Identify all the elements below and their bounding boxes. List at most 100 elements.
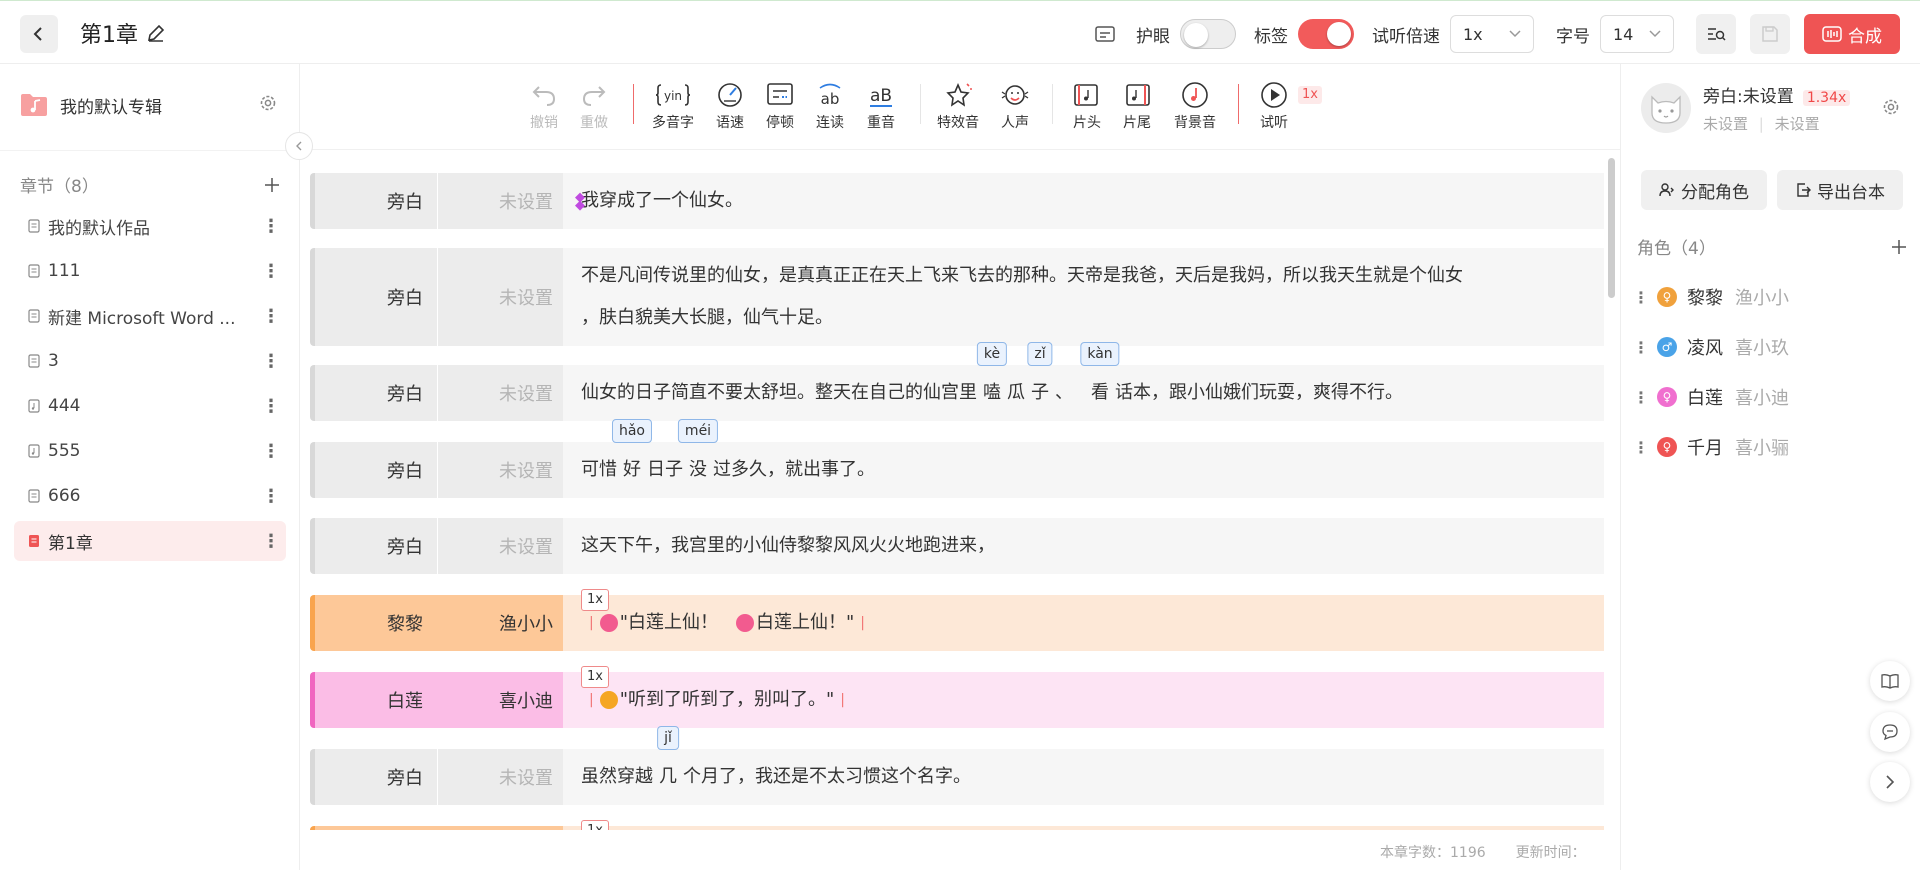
pinyin-tag[interactable]: méi [677, 419, 719, 443]
pinyin-tag[interactable]: kàn [1080, 342, 1120, 366]
script-row[interactable]: 旁白 未设置 可惜 hǎo 好 日子 méi 没 过多久，就出事了。 [310, 419, 1604, 498]
role-item[interactable]: ⋮ ♀ 黎黎 渔小小 [1633, 272, 1789, 322]
chapter-item-active[interactable]: 第1章 ⋮ [14, 521, 286, 561]
polyphone-button[interactable]: yin 多音字 [652, 78, 694, 132]
script-row[interactable]: 旁白 未设置 虽然穿越 jǐ 几 个月了，我还是不太习惯这个名字。 [310, 726, 1604, 805]
drag-handle-icon[interactable]: ⋮ [1633, 338, 1649, 357]
speed-tag[interactable]: 1x [581, 666, 609, 688]
back-button[interactable] [20, 15, 58, 53]
book-floating-button[interactable] [1870, 661, 1910, 701]
gear-icon[interactable] [259, 94, 277, 112]
voice-button[interactable]: 人声 [1000, 78, 1030, 132]
synthesize-button[interactable]: 合成 [1804, 14, 1900, 54]
emotion-calm-icon[interactable] [599, 691, 618, 709]
row-text-area[interactable]: 1x | "白莲上仙！ 白莲上仙！" | [563, 589, 1604, 651]
gear-icon[interactable] [1882, 98, 1900, 116]
role-item[interactable]: ⋮ ♂ 凌风 喜小玖 [1633, 322, 1789, 372]
row-text-area[interactable]: 1x | "听到了听到了，别叫了。" | [563, 666, 1604, 728]
row-role[interactable]: 白莲 [315, 672, 437, 728]
row-voice[interactable]: 未设置 [437, 365, 563, 421]
more-icon[interactable]: ⋮ [262, 486, 280, 507]
speed-button[interactable]: 语速 [716, 78, 744, 132]
collapse-sidebar-button[interactable] [285, 132, 313, 160]
drag-handle-icon[interactable]: ⋮ [1633, 438, 1649, 457]
row-role[interactable]: 旁白 [315, 365, 437, 421]
more-icon[interactable]: ⋮ [262, 351, 280, 372]
row-role[interactable]: 旁白 [315, 248, 437, 346]
preview-speed-select[interactable]: 1x [1450, 15, 1534, 53]
more-icon[interactable]: ⋮ [262, 216, 280, 237]
row-voice[interactable]: 未设置 [437, 248, 563, 346]
album-header[interactable]: 我的默认专辑 [20, 92, 162, 118]
row-text-area[interactable]: 不是凡间传说里的仙女，是真真正正在天上飞来飞去的那种。天帝是我爸，天后是我妈，所… [563, 248, 1604, 346]
chapter-item[interactable]: 新建 Microsoft Word ... ⋮ [14, 296, 286, 336]
row-text-area[interactable]: 仙女的日子简直不要太舒坦。整天在自己的仙宫里 kè 嗑 瓜 zǐ 子 、 kàn 看 … [563, 342, 1604, 421]
row-role[interactable]: 黎黎 [315, 595, 437, 651]
row-voice[interactable]: 未设置 [437, 518, 563, 574]
row-voice[interactable]: 未设置 [437, 442, 563, 498]
subtitle-icon[interactable] [1094, 25, 1116, 43]
next-floating-button[interactable] [1870, 762, 1910, 802]
chapter-item[interactable]: 3 ⋮ [14, 341, 286, 381]
stress-button[interactable]: aB 重音 [866, 78, 896, 132]
polyphone-char[interactable]: méi 没 [677, 419, 719, 491]
chapter-item[interactable]: 111 ⋮ [14, 251, 286, 291]
redo-button[interactable]: 重做 [580, 78, 608, 132]
more-icon[interactable]: ⋮ [262, 396, 280, 417]
script-row[interactable]: 1x [310, 820, 1604, 830]
liaison-button[interactable]: ab 连读 [815, 78, 845, 132]
comment-floating-button[interactable] [1870, 712, 1910, 752]
save-button[interactable] [1750, 14, 1790, 54]
row-voice[interactable]: 未设置 [437, 173, 563, 229]
preview-button[interactable]: 试听 [1260, 78, 1288, 132]
chapter-item[interactable]: 555 ⋮ [14, 431, 286, 471]
chapter-item[interactable]: 444 ⋮ [14, 386, 286, 426]
pinyin-tag[interactable]: zǐ [1027, 342, 1053, 366]
row-text-area[interactable]: 1x [563, 820, 1604, 830]
chapter-item[interactable]: 666 ⋮ [14, 476, 286, 516]
polyphone-char[interactable]: kàn 看 [1080, 342, 1120, 414]
editor-scrollbar[interactable] [1608, 158, 1615, 298]
polyphone-char[interactable]: hǎo 好 [611, 419, 653, 491]
script-row[interactable]: 旁白 未设置 仙女的日子简直不要太舒坦。整天在自己的仙宫里 kè 嗑 瓜 zǐ 子 … [310, 342, 1604, 421]
script-row[interactable]: 旁白 未设置 ◆ 我穿成了一个仙女。 ◆ [310, 173, 1604, 229]
pause-button[interactable]: 停顿 [766, 78, 794, 132]
drag-handle-icon[interactable]: ⋮ [1633, 288, 1649, 307]
more-icon[interactable]: ⋮ [262, 306, 280, 327]
row-voice[interactable]: 渔小小 [437, 595, 563, 651]
search-replace-button[interactable] [1696, 14, 1736, 54]
row-voice[interactable]: 喜小迪 [437, 672, 563, 728]
pinyin-tag[interactable]: hǎo [611, 419, 653, 443]
row-voice[interactable]: 未设置 [437, 749, 563, 805]
edit-icon[interactable] [146, 23, 166, 43]
undo-button[interactable]: 撤销 [530, 78, 558, 132]
sound-effect-button[interactable]: 特效音 [937, 78, 979, 132]
emotion-excited-icon[interactable] [736, 614, 754, 632]
polyphone-char[interactable]: jǐ 几 [657, 726, 679, 798]
chapter-item[interactable]: 我的默认作品 ⋮ [14, 206, 286, 246]
export-script-button[interactable]: 导出台本 [1777, 170, 1903, 210]
emotion-excited-icon[interactable] [599, 614, 618, 632]
row-role[interactable]: 旁白 [315, 442, 437, 498]
more-icon[interactable]: ⋮ [262, 531, 280, 552]
row-text-area[interactable]: 虽然穿越 jǐ 几 个月了，我还是不太习惯这个名字。 [563, 726, 1604, 805]
row-role[interactable] [315, 826, 437, 830]
pinyin-tag[interactable]: jǐ [657, 726, 679, 750]
add-role-icon[interactable] [1891, 239, 1907, 255]
assign-role-button[interactable]: 分配角色 [1641, 170, 1767, 210]
row-text-area[interactable]: ◆ 我穿成了一个仙女。 ◆ [563, 173, 1604, 229]
bgm-button[interactable]: 背景音 [1174, 78, 1216, 132]
narrator-card[interactable]: 旁白:未设置 1.34x 未设置 | 未设置 [1641, 82, 1851, 134]
role-item[interactable]: ⋮ ♀ 千月 喜小骊 [1633, 422, 1789, 472]
add-chapter-icon[interactable] [264, 177, 280, 193]
row-role[interactable]: 旁白 [315, 173, 437, 229]
more-icon[interactable]: ⋮ [262, 441, 280, 462]
script-row[interactable]: 黎黎 渔小小 1x | "白莲上仙！ 白莲上仙！" | [310, 589, 1604, 651]
more-icon[interactable]: ⋮ [262, 261, 280, 282]
outro-button[interactable]: 片尾 [1123, 78, 1151, 132]
script-row[interactable]: 旁白 未设置 这天下午，我宫里的小仙侍黎黎风风火火地跑进来， [310, 518, 1604, 574]
polyphone-char[interactable]: zǐ 子 [1027, 342, 1053, 414]
row-role[interactable]: 旁白 [315, 518, 437, 574]
role-item[interactable]: ⋮ ♀ 白莲 喜小迪 [1633, 372, 1789, 422]
row-voice[interactable] [437, 826, 563, 830]
